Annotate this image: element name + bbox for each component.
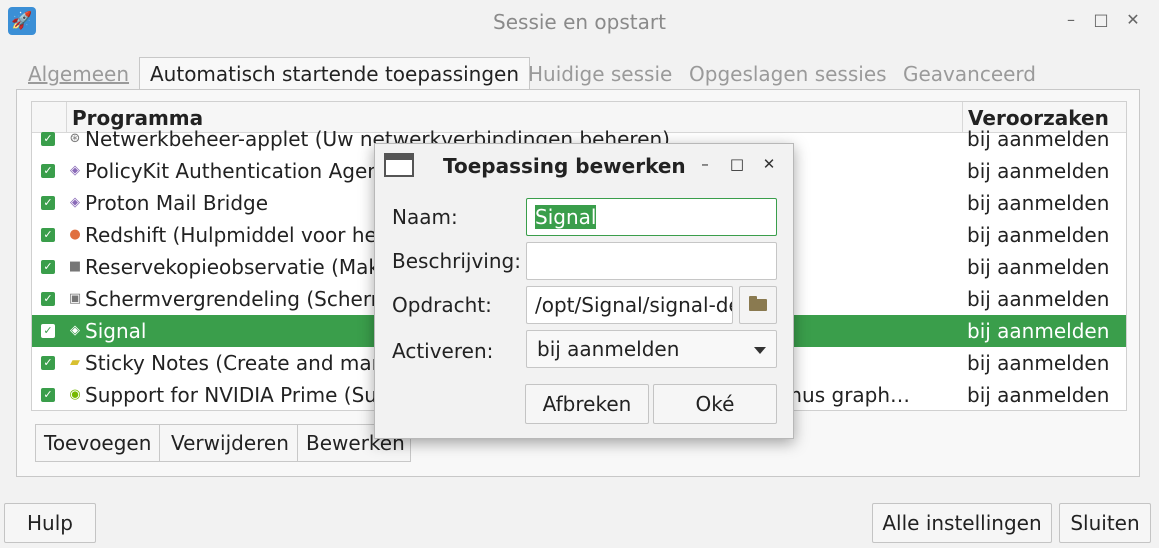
dialog-minimize-icon[interactable]: – — [695, 155, 715, 173]
help-button[interactable]: Hulp — [4, 503, 96, 543]
maximize-icon[interactable]: □ — [1090, 9, 1112, 31]
tab-saved-sessions[interactable]: Opgeslagen sessies — [689, 58, 887, 90]
checkbox[interactable]: ✓ — [41, 324, 55, 338]
checkbox[interactable]: ✓ — [41, 260, 55, 274]
name-input[interactable]: Signal — [526, 198, 777, 236]
ok-button[interactable]: Oké — [653, 384, 777, 424]
tab-advanced[interactable]: Geavanceerd — [903, 58, 1036, 90]
folder-icon — [749, 296, 767, 311]
browse-button[interactable] — [739, 286, 777, 324]
list-toolbar: Toevoegen Verwijderen Bewerken — [35, 424, 411, 462]
checkbox[interactable]: ✓ — [41, 196, 55, 210]
network-icon: ⊛ — [69, 131, 81, 146]
monitor-icon: ▣ — [68, 291, 82, 306]
checkbox[interactable]: ✓ — [41, 292, 55, 306]
dialog-title: Toepassing bewerken — [443, 154, 686, 178]
diamond-icon: ◈ — [70, 163, 80, 178]
chevron-down-icon — [754, 347, 766, 354]
redshift-icon: ● — [69, 227, 81, 242]
command-label: Opdracht: — [392, 293, 492, 317]
description-label: Beschrijving: — [392, 249, 521, 273]
dialog-maximize-icon[interactable]: □ — [727, 155, 747, 173]
edit-application-dialog: Toepassing bewerken – □ ✕ Naam: Signal B… — [374, 143, 794, 439]
close-button[interactable]: Sluiten — [1059, 503, 1151, 543]
command-input[interactable]: /opt/Signal/signal-desktop — [526, 286, 733, 324]
add-button[interactable]: Toevoegen — [36, 425, 161, 461]
window-title: Sessie en opstart — [493, 10, 666, 34]
diamond-icon: ◈ — [70, 323, 80, 338]
minimize-icon[interactable]: – — [1060, 9, 1082, 31]
all-settings-button[interactable]: Alle instellingen — [872, 503, 1052, 543]
trigger-label: Activeren: — [392, 339, 494, 363]
diamond-icon: ◈ — [70, 195, 80, 210]
checkbox[interactable]: ✓ — [41, 228, 55, 242]
checkbox[interactable]: ✓ — [41, 132, 55, 146]
window-titlebar[interactable]: 🚀 Sessie en opstart – □ ✕ — [0, 0, 1159, 42]
tab-current-session[interactable]: Huidige sessie — [528, 58, 672, 90]
dialog-close-icon[interactable]: ✕ — [759, 155, 779, 173]
checkbox[interactable]: ✓ — [41, 388, 55, 402]
checkbox[interactable]: ✓ — [41, 164, 55, 178]
backup-icon: ■ — [68, 259, 82, 274]
checkbox[interactable]: ✓ — [41, 356, 55, 370]
trigger-select[interactable]: bij aanmelden — [526, 330, 777, 368]
tab-autostart[interactable]: Automatisch startende toepassingen — [139, 57, 531, 91]
window-icon — [384, 153, 414, 177]
close-icon[interactable]: ✕ — [1122, 9, 1144, 31]
remove-button[interactable]: Verwijderen — [163, 425, 298, 461]
name-label: Naam: — [392, 205, 458, 229]
cancel-button[interactable]: Afbreken — [525, 384, 649, 424]
description-input[interactable] — [526, 242, 777, 280]
tab-algemeen[interactable]: Algemeen — [28, 58, 129, 90]
sticky-note-icon: ▰ — [70, 355, 80, 370]
nvidia-icon: ◉ — [69, 387, 81, 402]
